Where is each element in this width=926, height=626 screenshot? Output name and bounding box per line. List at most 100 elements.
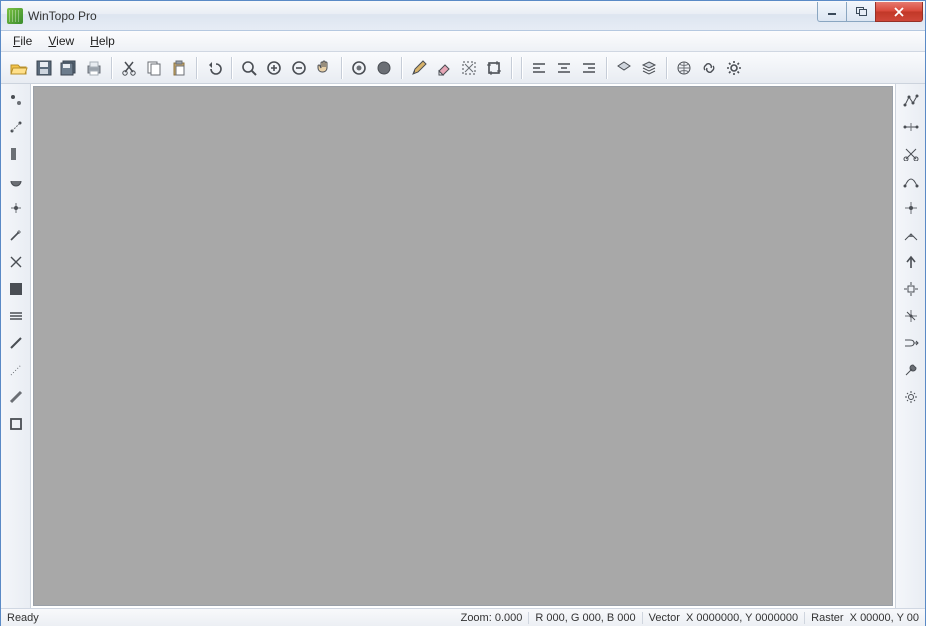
zoom-out-button[interactable] xyxy=(287,56,311,80)
curve-button[interactable] xyxy=(900,171,922,193)
rect-outline-button[interactable] xyxy=(5,414,27,436)
merge-button[interactable] xyxy=(900,333,922,355)
link-button[interactable] xyxy=(697,56,721,80)
save-button[interactable] xyxy=(32,56,56,80)
undo-button[interactable] xyxy=(202,56,226,80)
left-toolbar xyxy=(1,84,31,608)
open-button[interactable] xyxy=(7,56,31,80)
align-right-button[interactable] xyxy=(577,56,601,80)
pan-button[interactable] xyxy=(312,56,336,80)
merge-icon xyxy=(903,336,919,353)
gear-icon xyxy=(726,60,742,76)
save-all-icon xyxy=(60,60,78,76)
select-area-button[interactable] xyxy=(457,56,481,80)
canvas[interactable] xyxy=(33,86,893,606)
menu-view[interactable]: View xyxy=(40,32,82,50)
window-controls xyxy=(818,2,923,22)
save-icon xyxy=(36,60,52,76)
close-icon xyxy=(893,7,905,17)
layer-stack-button[interactable] xyxy=(637,56,661,80)
minimize-button[interactable] xyxy=(817,2,847,22)
region-fill-button[interactable] xyxy=(372,56,396,80)
right-toolbar xyxy=(895,84,925,608)
arc-tool-button[interactable] xyxy=(5,171,27,193)
arrow-up-button[interactable] xyxy=(900,252,922,274)
pencil-icon xyxy=(411,60,427,76)
region-button[interactable] xyxy=(347,56,371,80)
join-button[interactable] xyxy=(900,225,922,247)
separator xyxy=(231,57,232,79)
crop-button[interactable] xyxy=(482,56,506,80)
app-icon xyxy=(7,8,23,24)
cut-icon xyxy=(121,60,137,76)
box-tool-button[interactable] xyxy=(5,144,27,166)
menu-file-label: ile xyxy=(20,34,32,48)
curve-icon xyxy=(903,174,919,191)
wrench-icon xyxy=(903,362,919,381)
target-icon xyxy=(903,281,919,300)
align-center-button[interactable] xyxy=(552,56,576,80)
zoom-in-button[interactable] xyxy=(262,56,286,80)
point-tool-button[interactable] xyxy=(5,90,27,112)
crop-icon xyxy=(486,60,502,76)
align-left-button[interactable] xyxy=(527,56,551,80)
layer-button[interactable] xyxy=(612,56,636,80)
undo-icon xyxy=(206,61,222,75)
save-all-button[interactable] xyxy=(57,56,81,80)
align-center-icon xyxy=(556,61,572,75)
cross-tool-icon xyxy=(9,255,23,272)
eraser-button[interactable] xyxy=(432,56,456,80)
status-zoom-label: Zoom: xyxy=(461,612,492,624)
status-vector-value: X 0000000, Y 0000000 xyxy=(686,612,798,624)
brush2-button[interactable] xyxy=(5,387,27,409)
anchor-button[interactable] xyxy=(900,306,922,328)
cut-button[interactable] xyxy=(117,56,141,80)
wrench-button[interactable] xyxy=(900,360,922,382)
menu-file[interactable]: File xyxy=(5,32,40,50)
print-button[interactable] xyxy=(82,56,106,80)
lines-button[interactable] xyxy=(5,306,27,328)
brush1-icon xyxy=(9,336,23,353)
snap-node-button[interactable] xyxy=(900,198,922,220)
polyline-button[interactable] xyxy=(900,90,922,112)
pencil-button[interactable] xyxy=(407,56,431,80)
separator xyxy=(196,57,197,79)
paste-icon xyxy=(171,60,187,76)
print-icon xyxy=(85,60,103,76)
snap-tool-button[interactable] xyxy=(5,117,27,139)
arrow-up-icon xyxy=(904,254,918,273)
cross-tool-button[interactable] xyxy=(5,252,27,274)
polyline-icon xyxy=(903,93,919,110)
target-button[interactable] xyxy=(900,279,922,301)
wand-tool-button[interactable] xyxy=(5,225,27,247)
zoom-out-icon xyxy=(291,60,307,76)
dots-button[interactable] xyxy=(5,360,27,382)
settings-small-button[interactable] xyxy=(900,387,922,409)
copy-button[interactable] xyxy=(142,56,166,80)
lines-icon xyxy=(9,310,23,324)
direction-tool-button[interactable] xyxy=(5,198,27,220)
main-toolbar xyxy=(1,52,925,84)
point-tool-icon xyxy=(9,93,23,110)
wand-tool-icon xyxy=(9,228,23,245)
scissors-button[interactable] xyxy=(900,144,922,166)
status-ready: Ready xyxy=(7,612,39,624)
globe-button[interactable] xyxy=(672,56,696,80)
edit-line-button[interactable] xyxy=(900,117,922,139)
gear-button[interactable] xyxy=(722,56,746,80)
snap-tool-icon xyxy=(9,120,23,137)
fill-square-button[interactable] xyxy=(5,279,27,301)
close-button[interactable] xyxy=(875,2,923,22)
menu-help[interactable]: Help xyxy=(82,32,123,50)
status-vector-label: Vector xyxy=(649,612,680,624)
anchor-icon xyxy=(903,308,919,327)
brush1-button[interactable] xyxy=(5,333,27,355)
copy-icon xyxy=(146,60,162,76)
workarea xyxy=(1,84,925,608)
separator xyxy=(606,57,607,79)
arc-tool-icon xyxy=(9,174,23,191)
zoom-button[interactable] xyxy=(237,56,261,80)
paste-button[interactable] xyxy=(167,56,191,80)
maximize-button[interactable] xyxy=(846,2,876,22)
dots-icon xyxy=(9,363,23,380)
